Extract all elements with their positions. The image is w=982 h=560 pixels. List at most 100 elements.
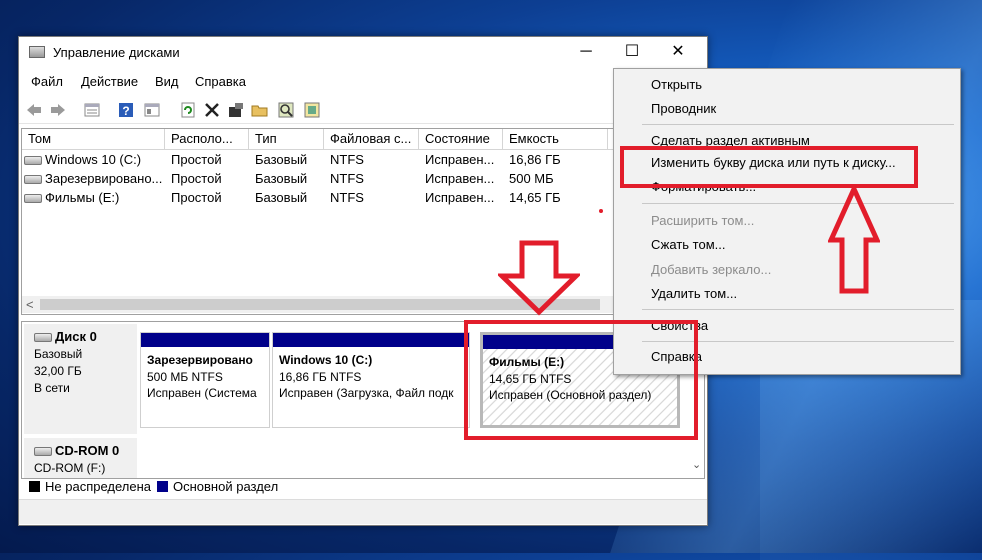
cell-status: Исправен... xyxy=(425,190,495,205)
window-title: Управление дисками xyxy=(53,45,180,60)
open-folder-icon[interactable] xyxy=(251,101,269,119)
properties-icon[interactable] xyxy=(143,101,161,119)
partition-title: Windows 10 (C:) xyxy=(279,353,373,367)
menu-item-delete[interactable]: Удалить том... xyxy=(651,286,737,301)
cell-volume: Фильмы (E:) xyxy=(45,190,120,205)
close-button[interactable]: ✕ xyxy=(655,37,701,67)
highlight-box-change-letter xyxy=(620,146,918,188)
partition-status: Исправен (Система xyxy=(147,386,257,400)
annotation-dot xyxy=(599,209,603,213)
cell-type: Базовый xyxy=(255,190,308,205)
legend-label-primary: Основной раздел xyxy=(173,479,279,494)
status-bar xyxy=(19,499,707,524)
partition-windows-c[interactable]: Windows 10 (C:) 16,86 ГБ NTFS Исправен (… xyxy=(272,332,470,428)
disk-settings-icon[interactable] xyxy=(227,101,245,119)
disk-name: Диск 0 xyxy=(55,329,97,344)
table-row[interactable]: Windows 10 (C:) Простой Базовый NTFS Исп… xyxy=(22,150,704,169)
forward-arrow-icon[interactable] xyxy=(49,101,67,119)
table-row[interactable]: Фильмы (E:) Простой Базовый NTFS Исправе… xyxy=(22,188,704,207)
disk-status: В сети xyxy=(34,381,70,395)
cell-capacity: 16,86 ГБ xyxy=(509,152,561,167)
disk-management-window: Управление дисками ─ ☐ ✕ Файл Действие В… xyxy=(18,36,708,526)
disk-management-app-icon xyxy=(29,46,45,58)
hard-drive-icon xyxy=(34,333,52,343)
cell-capacity: 500 МБ xyxy=(509,171,554,186)
menu-separator xyxy=(642,203,954,204)
partition-status: Исправен (Загрузка, Файл подк xyxy=(279,386,454,400)
menu-item-explorer[interactable]: Проводник xyxy=(651,101,716,116)
cell-status: Исправен... xyxy=(425,152,495,167)
cell-layout: Простой xyxy=(171,190,222,205)
menu-item-shrink[interactable]: Сжать том... xyxy=(651,237,725,252)
column-header-capacity[interactable]: Емкость xyxy=(503,129,608,149)
disk-size: 32,00 ГБ xyxy=(34,364,82,378)
legend: Не распределена Основной раздел xyxy=(21,477,705,497)
help-icon[interactable]: ? xyxy=(117,101,135,119)
hard-drive-icon xyxy=(24,156,42,166)
cell-status: Исправен... xyxy=(425,171,495,186)
partition-size: 16,86 ГБ NTFS xyxy=(279,369,362,384)
menu-file[interactable]: Файл xyxy=(31,74,63,89)
cell-filesystem: NTFS xyxy=(330,190,364,205)
hard-drive-icon xyxy=(24,194,42,204)
menu-bar: Файл Действие Вид Справка xyxy=(19,71,707,93)
refresh-icon[interactable] xyxy=(179,101,197,119)
cell-layout: Простой xyxy=(171,171,222,186)
title-bar: Управление дисками ─ ☐ ✕ xyxy=(19,37,707,67)
volume-list: Том Располо... Тип Файловая с... Состоян… xyxy=(21,128,705,315)
column-header-volume[interactable]: Том xyxy=(22,129,165,149)
menu-item-extend: Расширить том... xyxy=(651,213,755,228)
menu-action[interactable]: Действие xyxy=(81,74,138,89)
cdrom-0-info[interactable]: CD-ROM 0 CD-ROM (F:) xyxy=(24,438,137,478)
menu-item-open[interactable]: Открыть xyxy=(651,77,702,92)
scroll-left-arrow[interactable]: < xyxy=(26,296,34,313)
scroll-down-arrow[interactable]: ⌄ xyxy=(692,458,701,471)
disk-type: Базовый xyxy=(34,347,83,361)
disk-type: CD-ROM (F:) xyxy=(34,461,106,475)
search-icon[interactable] xyxy=(277,101,295,119)
hard-drive-icon xyxy=(24,175,42,185)
disk-0-info[interactable]: Диск 0 Базовый 32,00 ГБ В сети xyxy=(24,324,137,434)
menu-separator xyxy=(642,124,954,125)
volume-list-header: Том Располо... Тип Файловая с... Состоян… xyxy=(22,129,704,150)
legend-swatch-unallocated xyxy=(29,481,40,492)
menu-item-add-mirror: Добавить зеркало... xyxy=(651,262,772,277)
column-header-status[interactable]: Состояние xyxy=(419,129,503,149)
column-header-layout[interactable]: Располо... xyxy=(165,129,249,149)
delete-icon[interactable] xyxy=(203,101,221,119)
partition-type-bar xyxy=(273,333,469,347)
maximize-button[interactable]: ☐ xyxy=(609,37,655,67)
volume-list-icon[interactable] xyxy=(83,101,101,119)
table-row[interactable]: Зарезервировано... Простой Базовый NTFS … xyxy=(22,169,704,188)
export-icon[interactable] xyxy=(303,101,321,119)
cell-filesystem: NTFS xyxy=(330,171,364,186)
partition-size: 500 МБ NTFS xyxy=(147,369,223,384)
svg-text:?: ? xyxy=(122,104,129,118)
back-arrow-icon[interactable] xyxy=(25,101,43,119)
highlight-box-partition-e xyxy=(464,320,698,440)
disk-name: CD-ROM 0 xyxy=(55,443,120,458)
cell-volume: Зарезервировано... xyxy=(45,171,163,186)
menu-help[interactable]: Справка xyxy=(195,74,246,89)
menu-separator xyxy=(642,309,954,310)
cell-layout: Простой xyxy=(171,152,222,167)
toolbar: ? xyxy=(19,97,707,124)
legend-label-unallocated: Не распределена xyxy=(45,479,152,494)
column-header-filesystem[interactable]: Файловая с... xyxy=(324,129,419,149)
cell-type: Базовый xyxy=(255,171,308,186)
cell-type: Базовый xyxy=(255,152,308,167)
cell-volume: Windows 10 (C:) xyxy=(45,152,142,167)
cell-filesystem: NTFS xyxy=(330,152,364,167)
up-arrow-annotation-icon xyxy=(828,186,880,294)
menu-view[interactable]: Вид xyxy=(155,74,179,89)
cd-drive-icon xyxy=(34,447,52,457)
horizontal-scrollbar[interactable]: < xyxy=(22,296,704,313)
partition-title: Зарезервировано xyxy=(147,353,253,367)
cell-capacity: 14,65 ГБ xyxy=(509,190,561,205)
minimize-button[interactable]: ─ xyxy=(563,37,609,67)
partition-reserved[interactable]: Зарезервировано 500 МБ NTFS Исправен (Си… xyxy=(140,332,270,428)
down-arrow-annotation-icon xyxy=(498,240,580,316)
legend-swatch-primary xyxy=(157,481,168,492)
partition-type-bar xyxy=(141,333,269,347)
column-header-type[interactable]: Тип xyxy=(249,129,324,149)
